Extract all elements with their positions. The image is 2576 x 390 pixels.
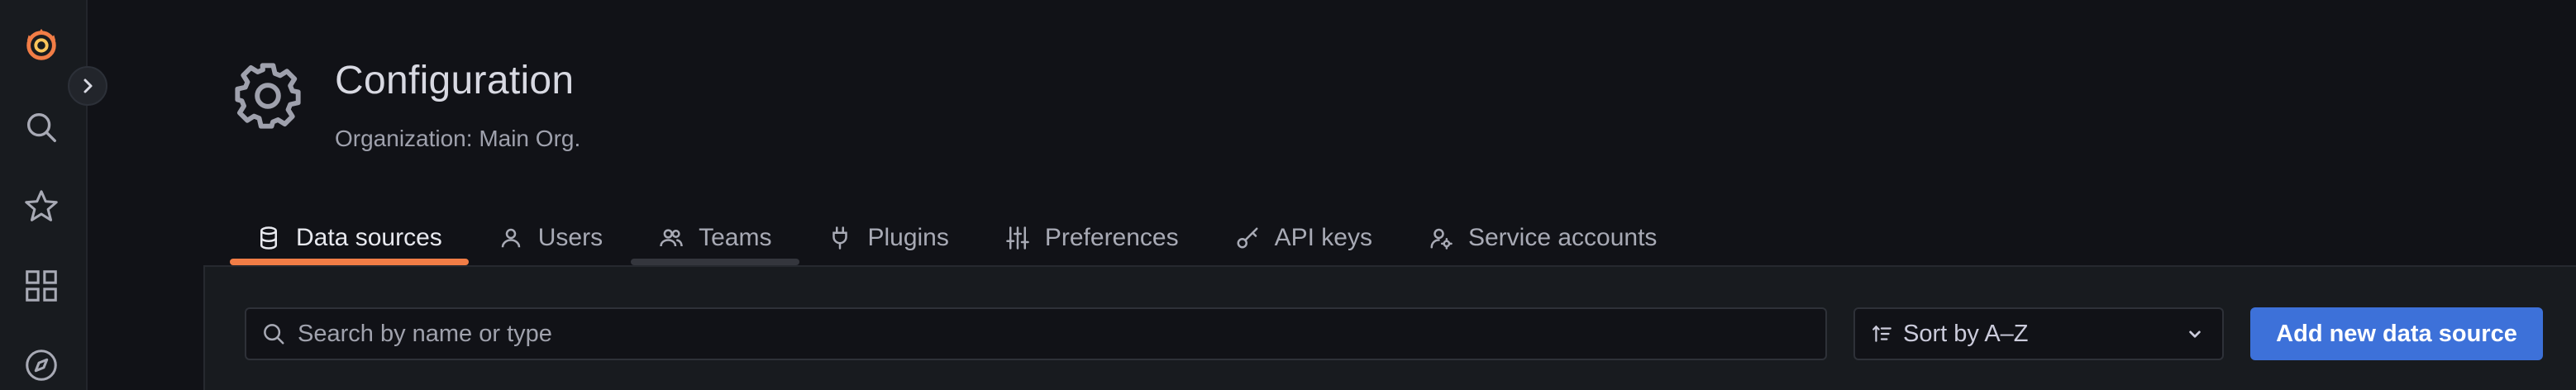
user-icon — [501, 228, 520, 248]
user-cog-icon — [1430, 228, 1453, 250]
tab-users[interactable]: Users — [470, 211, 631, 265]
tab-label: API keys — [1274, 224, 1372, 251]
grafana-logo-icon[interactable] — [20, 23, 63, 66]
page-title: Configuration — [335, 59, 575, 102]
search-box[interactable] — [245, 307, 1827, 360]
explore-compass-icon[interactable] — [20, 344, 63, 387]
users-icon — [660, 229, 683, 247]
sort-select-value: Sort by A–Z — [1903, 320, 2029, 347]
sliders-icon — [1006, 226, 1029, 250]
search-icon — [264, 324, 284, 345]
sort-ascending-icon — [1872, 325, 1891, 342]
tab-label: Plugins — [867, 224, 949, 251]
tab-label: Data sources — [296, 224, 442, 251]
tab-api-keys[interactable]: API keys — [1207, 211, 1400, 265]
tab-data-sources[interactable]: Data sources — [228, 211, 470, 265]
expand-sidebar-button[interactable] — [68, 66, 107, 106]
sidebar-nav — [0, 0, 88, 390]
tab-label: Service accounts — [1467, 224, 1658, 251]
chevron-down-icon — [2189, 331, 2201, 338]
page-subtitle: Organization: Main Org. — [335, 126, 581, 151]
tab-teams[interactable]: Teams — [631, 211, 800, 265]
tab-plugins[interactable]: Plugins — [799, 211, 976, 265]
chevron-right-icon — [83, 78, 93, 93]
tab-label: Preferences — [1044, 224, 1179, 251]
star-icon[interactable] — [20, 185, 63, 228]
sort-select[interactable]: Sort by A–Z — [1853, 307, 2224, 360]
search-icon[interactable] — [20, 106, 63, 149]
gear-icon — [235, 63, 301, 129]
database-icon — [260, 226, 277, 250]
plug-icon — [832, 226, 848, 250]
config-tabs: Data sources Users Teams Plugins Prefere… — [228, 211, 1685, 265]
tab-label: Users — [537, 224, 603, 251]
key-icon — [1237, 227, 1258, 249]
dashboards-icon[interactable] — [20, 264, 63, 307]
tab-label: Teams — [699, 224, 772, 251]
add-data-source-button[interactable]: Add new data source — [2250, 307, 2543, 360]
tab-service-accounts[interactable]: Service accounts — [1400, 211, 1685, 265]
search-input[interactable] — [298, 320, 1825, 348]
tab-preferences[interactable]: Preferences — [977, 211, 1207, 265]
